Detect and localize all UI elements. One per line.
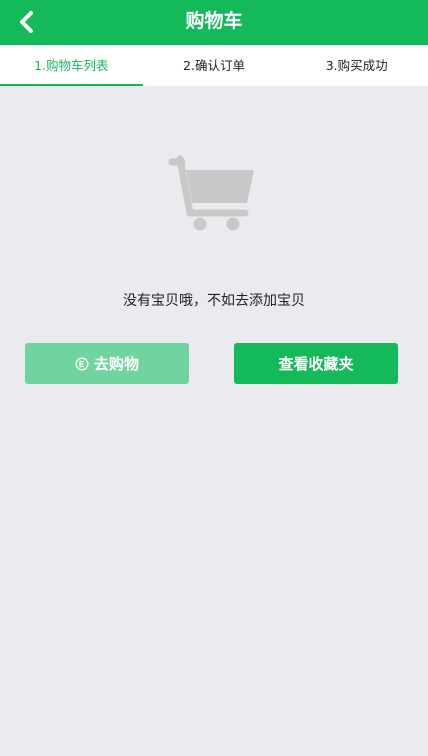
top-bar: 购物车	[0, 0, 428, 45]
view-favorites-label: 查看收藏夹	[278, 355, 354, 373]
empty-cart-message: 没有宝贝哦，不如去添加宝贝	[123, 293, 305, 309]
step-tabs: 1.购物车列表 2.确认订单 3.购买成功	[0, 45, 428, 86]
view-favorites-button[interactable]: 查看收藏夹	[234, 343, 398, 384]
go-shopping-button[interactable]: 去购物	[25, 343, 189, 384]
page-title: 购物车	[185, 10, 243, 32]
tab-purchase-success[interactable]: 3.购买成功	[285, 45, 428, 86]
circle-arrow-icon	[75, 357, 89, 370]
shopping-cart-icon	[168, 155, 254, 231]
tab-confirm-order[interactable]: 2.确认订单	[143, 45, 286, 86]
go-shopping-label: 去购物	[93, 355, 139, 373]
tab-cart-list[interactable]: 1.购物车列表	[0, 45, 143, 86]
